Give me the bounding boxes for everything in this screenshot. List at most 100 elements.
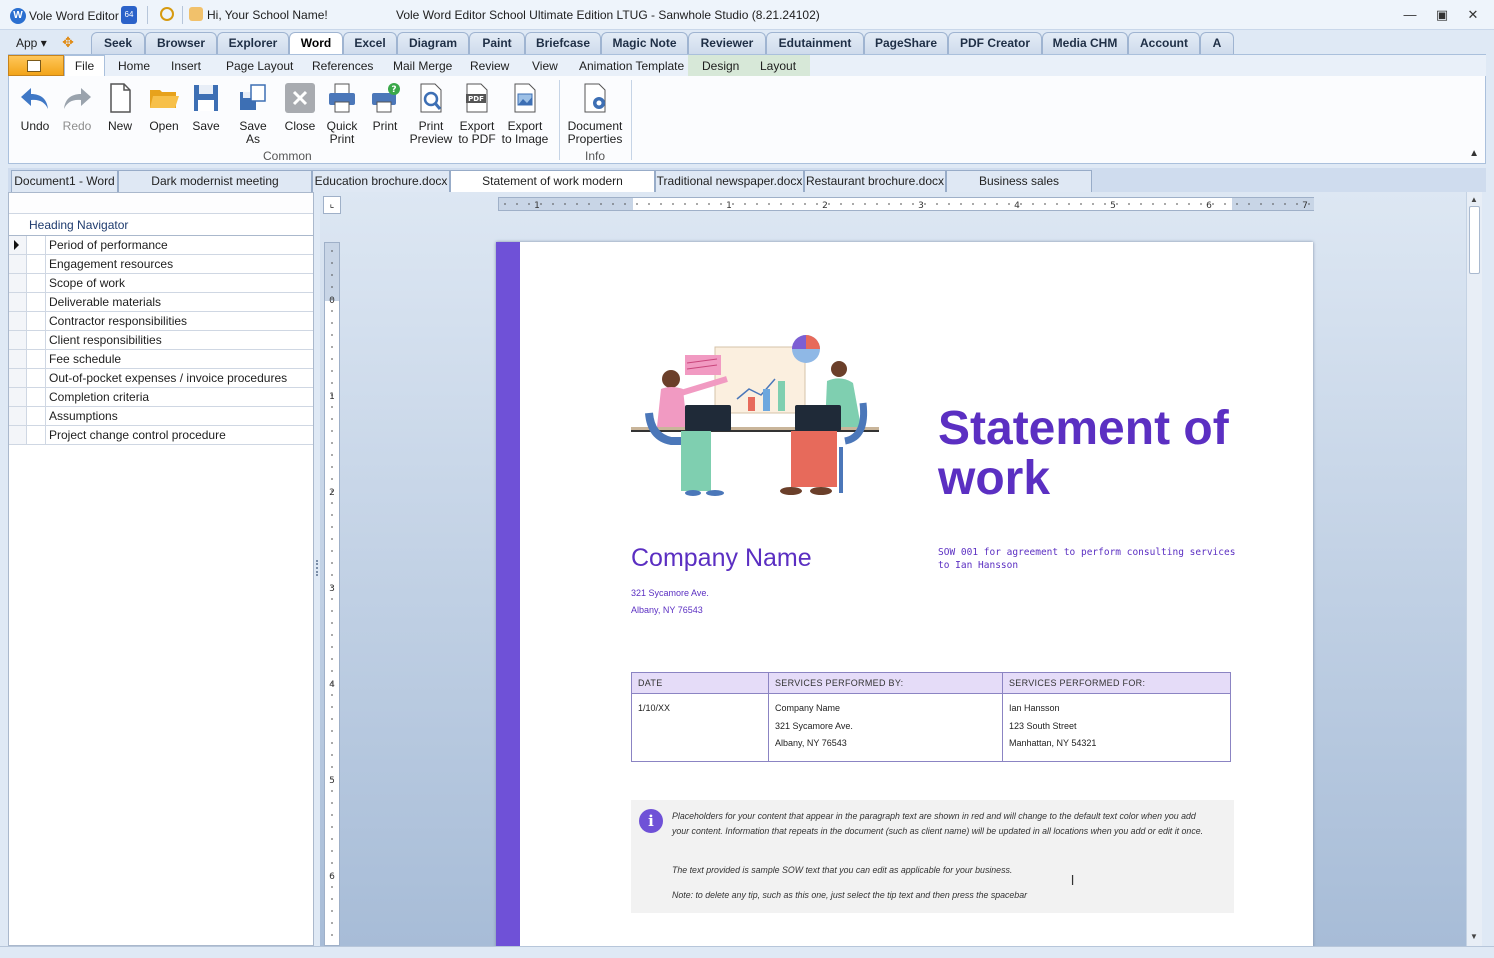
tab-design[interactable]: Design [688,55,754,77]
heading-item[interactable]: Contractor responsibilities [45,312,313,331]
doc-tab[interactable]: Education brochure.docx [312,170,450,192]
table-header-date: DATE [631,672,769,694]
ruler-number: 4 [1014,201,1020,210]
user-icon[interactable] [189,7,203,21]
heading-item[interactable]: Client responsibilities [45,331,313,350]
heading-item[interactable]: Project change control procedure [45,426,313,445]
close-window-icon[interactable]: ✕ [1461,5,1485,25]
64bit-badge-icon[interactable]: 64 [121,6,137,24]
tab-stop-selector-icon[interactable]: ⌞ [323,196,341,214]
tab-animation-template[interactable]: Animation Template [579,59,684,73]
save-as-button[interactable]: Save As [231,82,275,146]
table-cell-line: Manhattan, NY 54321 [1009,738,1097,748]
move-icon[interactable]: ✥ [60,34,76,50]
app-tab-excel[interactable]: Excel [343,32,397,54]
document-tab-bar: Document1 - Word Dark modernist meeting … [8,168,1486,208]
minimize-icon[interactable]: — [1398,5,1422,25]
row-selector[interactable] [9,293,27,312]
doc-tab[interactable]: Dark modernist meeting agenda.docx [118,170,312,208]
document-properties-button[interactable]: Document Properties [565,82,625,146]
tab-layout[interactable]: Layout [746,55,811,77]
vertical-scrollbar[interactable]: ▲ ▼ [1466,192,1482,946]
export-pdf-button[interactable]: PDF Export to PDF [457,82,497,146]
doc-tab[interactable]: Business sales invoice.docx [946,170,1092,208]
scrollbar-thumb[interactable] [1469,206,1480,274]
greeting-text[interactable]: Hi, Your School Name! [207,8,328,22]
heading-item[interactable]: Scope of work [45,274,313,293]
heading-item[interactable]: Deliverable materials [45,293,313,312]
row-selector[interactable] [9,274,27,293]
app-tab-edutainment[interactable]: Edutainment [766,32,864,54]
app-tab-briefcase[interactable]: Briefcase [525,32,601,54]
app-menu-button[interactable]: App ▾ [16,36,47,50]
print-button[interactable]: ? Print [368,82,402,133]
purple-side-bar [496,242,520,946]
row-indent [27,312,45,331]
app-tab-reviewer[interactable]: Reviewer [688,32,766,54]
doc-tab-active[interactable]: Statement of work modern design.docx [450,170,655,208]
app-tab-explorer[interactable]: Explorer [217,32,289,54]
app-tab-pdf-creator[interactable]: PDF Creator [948,32,1042,54]
tab-insert[interactable]: Insert [171,59,201,73]
heading-item[interactable]: Engagement resources [45,255,313,274]
heading-item[interactable]: Completion criteria [45,388,313,407]
print-preview-button[interactable]: Print Preview [409,82,453,146]
navigator-header[interactable]: Heading Navigator [29,218,128,232]
doc-tab[interactable]: Traditional newspaper.docx [655,170,804,192]
tab-review[interactable]: Review [470,59,509,73]
maximize-icon[interactable]: ▣ [1430,5,1454,25]
row-selector[interactable] [9,236,27,255]
stopwatch-icon[interactable] [160,7,174,21]
tab-references[interactable]: References [312,59,373,73]
close-button[interactable]: Close [283,82,317,133]
heading-item[interactable]: Period of performance [45,236,313,255]
doc-tab[interactable]: Document1 - Word [11,170,118,192]
row-selector[interactable] [9,369,27,388]
document-page[interactable]: Statement of work Company Name 321 Sycam… [496,242,1313,946]
row-selector[interactable] [9,312,27,331]
heading-item[interactable]: Out-of-pocket expenses / invoice procedu… [45,369,313,388]
app-tab-magic-note[interactable]: Magic Note [601,32,688,54]
address-line: 321 Sycamore Ave. [631,588,709,598]
row-selector[interactable] [9,255,27,274]
tab-home[interactable]: Home [118,59,150,73]
heading-item[interactable]: Fee schedule [45,350,313,369]
tab-view[interactable]: View [532,59,558,73]
tab-page-layout[interactable]: Page Layout [226,59,293,73]
app-tab-seek[interactable]: Seek [91,32,145,54]
scroll-down-icon[interactable]: ▼ [1470,932,1478,941]
app-tab-a[interactable]: A [1200,32,1234,54]
tab-mail-merge[interactable]: Mail Merge [393,59,452,73]
row-selector[interactable] [9,426,27,445]
new-button[interactable]: New [103,82,137,133]
tab-file[interactable]: File [64,55,105,77]
collapse-ribbon-icon[interactable]: ▲ [1469,148,1479,159]
quick-print-button[interactable]: Quick Print [325,82,359,146]
redo-button[interactable]: Redo [59,82,95,133]
app-tab-media-chm[interactable]: Media CHM [1042,32,1128,54]
vertical-ruler[interactable]: 0 1 2 3 4 5 6 [324,242,340,946]
quick-menu-orb[interactable] [8,55,64,76]
app-tab-account[interactable]: Account [1128,32,1200,54]
horizontal-ruler[interactable]: 1 1 2 3 4 5 6 7 [498,197,1314,211]
row-selector[interactable] [9,331,27,350]
row-selector[interactable] [9,350,27,369]
row-selector[interactable] [9,407,27,426]
heading-item[interactable]: Assumptions [45,407,313,426]
export-image-button[interactable]: Export to Image [500,82,550,146]
app-tab-paint[interactable]: Paint [469,32,525,54]
save-button[interactable]: Save [189,82,223,133]
export-image-line1: Export [507,119,543,133]
undo-button[interactable]: Undo [17,82,53,133]
open-button[interactable]: Open [146,82,182,133]
app-tab-pageshare[interactable]: PageShare [864,32,948,54]
doc-tab[interactable]: Restaurant brochure.docx [804,170,946,192]
app-tab-diagram[interactable]: Diagram [397,32,469,54]
scroll-up-icon[interactable]: ▲ [1470,195,1478,204]
row-indent [27,388,45,407]
app-tab-word[interactable]: Word [289,32,343,54]
blank-document-icon [110,83,131,113]
app-tab-browser[interactable]: Browser [145,32,217,54]
row-selector[interactable] [9,388,27,407]
ruler-number: 5 [1110,201,1116,210]
